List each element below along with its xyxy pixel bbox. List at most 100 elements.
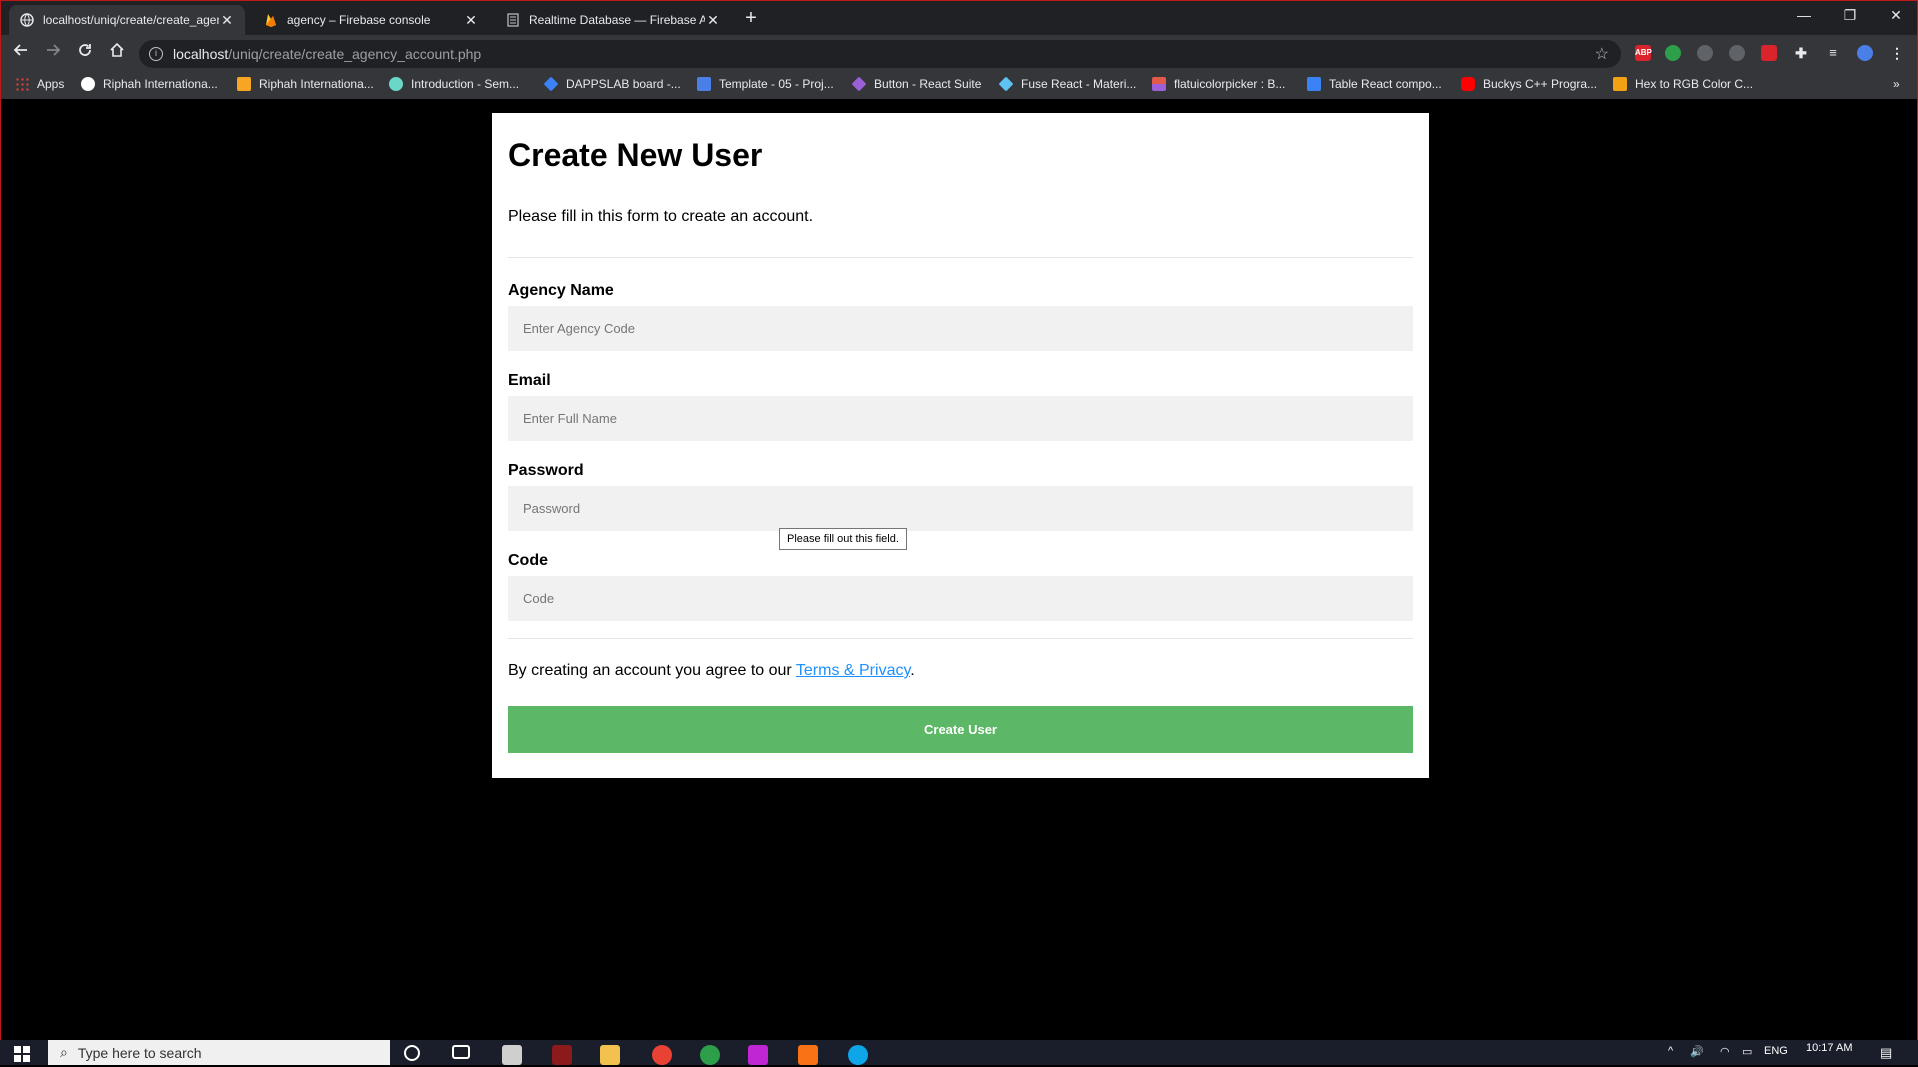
forward-button[interactable]	[41, 41, 65, 65]
media-extension-icon[interactable]	[1761, 45, 1777, 61]
wifi-icon[interactable]: ◠	[1720, 1045, 1730, 1058]
bookmark-label: Template - 05 - Proj...	[719, 77, 834, 91]
store-icon[interactable]	[502, 1045, 522, 1065]
agency-name-label: Agency Name	[508, 282, 614, 299]
phpstorm-icon[interactable]	[748, 1045, 768, 1065]
bookmark-buckys[interactable]: Buckys C++ Progra...	[1461, 77, 1597, 91]
tab-localhost[interactable]: localhost/uniq/create/create_agency_acco…	[9, 5, 245, 35]
battery-icon[interactable]: ▭	[1742, 1045, 1752, 1058]
firebase-icon	[263, 12, 279, 28]
task-view-icon[interactable]	[452, 1045, 470, 1059]
validation-tooltip: Please fill out this field.	[779, 528, 907, 550]
tab-firebase-console[interactable]: agency – Firebase console ✕	[253, 5, 489, 35]
code-input[interactable]	[508, 576, 1413, 621]
code-label: Code	[508, 552, 548, 569]
bookmark-label: Riphah Internationa...	[103, 77, 218, 91]
back-arrow-icon	[13, 44, 27, 56]
react-devtools-icon[interactable]	[1697, 45, 1713, 61]
bookmark-react-suite[interactable]: Button - React Suite	[851, 76, 981, 92]
bookmark-table-react[interactable]: Table React compo...	[1307, 77, 1442, 91]
target-extension-icon[interactable]	[1729, 45, 1745, 61]
url-path: /uniq/create/create_agency_account.php	[228, 46, 482, 62]
agency-name-input[interactable]	[508, 306, 1413, 351]
back-button[interactable]	[9, 41, 33, 65]
reading-list-icon[interactable]: ≡	[1825, 45, 1841, 61]
bookmark-label: Fuse React - Materi...	[1021, 77, 1137, 91]
game-icon[interactable]	[552, 1045, 572, 1065]
browser-window: localhost/uniq/create/create_agency_acco…	[0, 0, 1918, 1041]
close-tab-icon[interactable]: ✕	[463, 12, 479, 29]
bookmark-hex-to-rgb[interactable]: Hex to RGB Color C...	[1613, 77, 1753, 91]
create-user-form: Create New User Please fill in this form…	[492, 113, 1429, 778]
password-label: Password	[508, 462, 584, 479]
palette-icon	[1152, 77, 1166, 91]
bookmark-fuse-react[interactable]: Fuse React - Materi...	[998, 76, 1137, 92]
avatar[interactable]	[1857, 45, 1873, 61]
tab-strip: localhost/uniq/create/create_agency_acco…	[1, 1, 1917, 35]
chrome-icon[interactable]	[652, 1045, 672, 1065]
bookmark-introduction[interactable]: Introduction - Sem...	[389, 77, 519, 91]
bookmark-label: DAPPSLAB board -...	[566, 77, 681, 91]
windows-start-icon[interactable]	[14, 1046, 30, 1062]
bookmark-label: Hex to RGB Color C...	[1635, 77, 1754, 91]
page-content: Create New User Please fill in this form…	[1, 99, 1917, 1041]
bookmark-template[interactable]: Template - 05 - Proj...	[697, 77, 834, 91]
form-description: Please fill in this form to create an ac…	[508, 208, 814, 225]
tray-chevron-icon[interactable]: ^	[1668, 1045, 1673, 1057]
bookmark-label: Table React compo...	[1329, 77, 1442, 91]
fuse-icon	[998, 76, 1014, 92]
globe-icon	[81, 77, 95, 91]
bookmark-star-icon[interactable]: ☆	[1595, 44, 1609, 64]
file-explorer-icon[interactable]	[600, 1045, 620, 1065]
bookmark-riphah-2[interactable]: Riphah Internationa...	[237, 77, 374, 91]
clock-time[interactable]: 10:17 AM	[1806, 1042, 1852, 1054]
close-tab-icon[interactable]: ✕	[219, 12, 235, 29]
minimize-button[interactable]: —	[1781, 1, 1827, 31]
document-icon	[505, 12, 521, 28]
react-suite-icon	[851, 76, 867, 92]
color-extension-icon[interactable]	[1665, 45, 1681, 61]
home-button[interactable]	[105, 41, 129, 65]
address-bar[interactable]: i localhost/uniq/create/create_agency_ac…	[139, 40, 1621, 68]
info-icon[interactable]: i	[149, 47, 163, 61]
browser-toolbar: i localhost/uniq/create/create_agency_ac…	[1, 35, 1917, 71]
bookmarks-bar: Apps Riphah Internationa... Riphah Inter…	[1, 71, 1917, 99]
react-icon	[389, 77, 403, 91]
volume-icon[interactable]: 🔊	[1690, 1045, 1704, 1058]
jira-icon	[543, 76, 559, 92]
cortana-icon[interactable]	[404, 1045, 420, 1061]
bookmark-label: flatuicolorpicker : B...	[1174, 77, 1286, 91]
close-tab-icon[interactable]: ✕	[705, 12, 721, 29]
taskbar-search[interactable]: ⌕ Type here to search	[48, 1040, 390, 1065]
language-indicator[interactable]: ENG	[1764, 1045, 1788, 1057]
bookmark-apps[interactable]: Apps	[15, 77, 64, 91]
restore-button[interactable]: ❐	[1827, 1, 1873, 31]
terms-privacy-link[interactable]: Terms & Privacy	[796, 662, 910, 679]
tab-title: agency – Firebase console	[287, 13, 431, 27]
password-input[interactable]	[508, 486, 1413, 531]
bookmark-dappslab[interactable]: DAPPSLAB board -...	[543, 76, 681, 92]
tab-title: localhost/uniq/create/create_agency_acco…	[43, 13, 219, 27]
notifications-icon[interactable]: ▤	[1880, 1045, 1892, 1061]
table-icon	[1307, 77, 1321, 91]
bookmark-riphah-1[interactable]: Riphah Internationa...	[81, 77, 218, 91]
chrome-profile-icon[interactable]	[700, 1045, 720, 1065]
skype-icon[interactable]	[848, 1045, 868, 1065]
puzzle-extensions-icon[interactable]: ✚	[1793, 45, 1809, 61]
email-input[interactable]	[508, 396, 1413, 441]
search-placeholder: Type here to search	[77, 1044, 202, 1061]
bookmarks-overflow-button[interactable]: »	[1893, 77, 1900, 91]
close-window-button[interactable]: ✕	[1873, 1, 1918, 31]
new-tab-button[interactable]: +	[739, 7, 763, 31]
menu-kebab-icon[interactable]: ⋮	[1889, 45, 1905, 61]
adblock-extension-icon[interactable]: ABP	[1635, 45, 1652, 61]
tab-realtime-database[interactable]: Realtime Database — Firebase A ✕	[495, 5, 731, 35]
search-icon: ⌕	[60, 1044, 68, 1060]
create-user-button[interactable]: Create User	[508, 706, 1413, 753]
xampp-icon[interactable]	[798, 1045, 818, 1065]
globe-icon	[19, 12, 35, 28]
bookmark-flatuicolorpicker[interactable]: flatuicolorpicker : B...	[1152, 77, 1285, 91]
bookmark-label: Introduction - Sem...	[411, 77, 520, 91]
hex-rgb-icon	[1613, 77, 1627, 91]
reload-button[interactable]	[73, 41, 97, 65]
